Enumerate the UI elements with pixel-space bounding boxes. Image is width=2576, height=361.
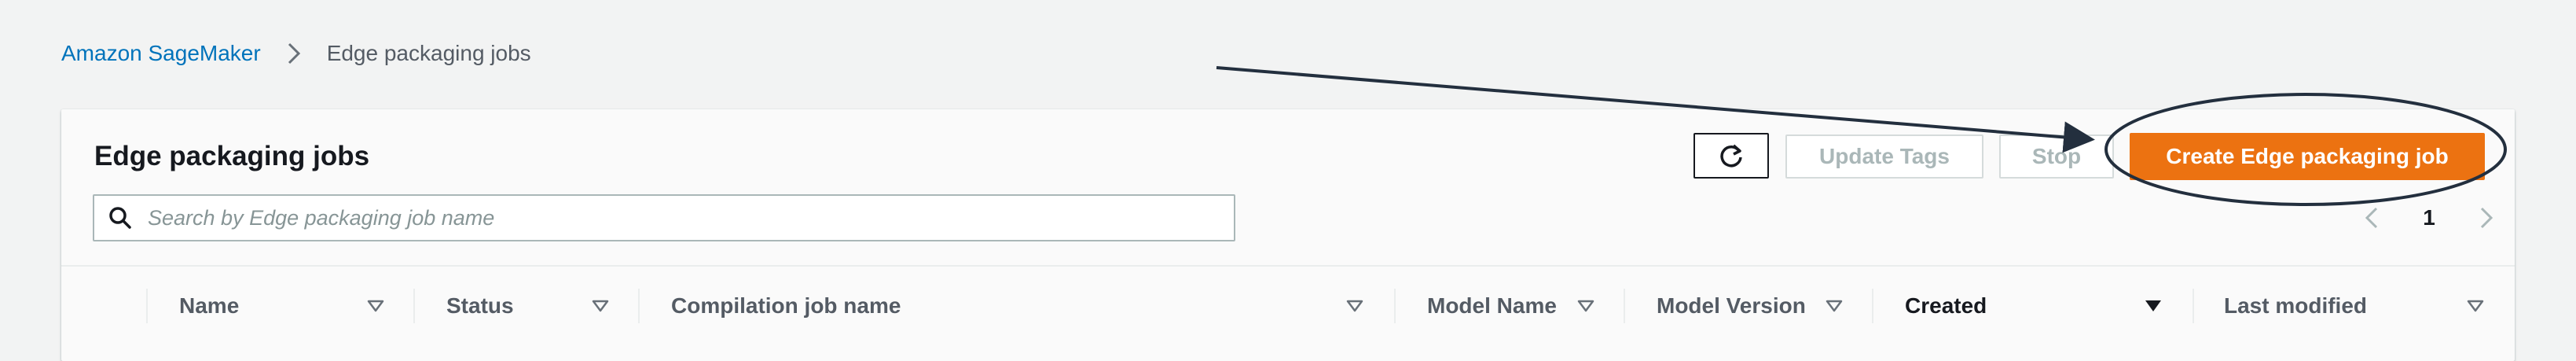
table-header: Name Status Compilation job name Model N…	[61, 265, 2515, 345]
column-label: Name	[179, 293, 240, 318]
jobs-panel: Edge packaging jobs Update Tags Stop Cre…	[61, 109, 2515, 361]
page-number[interactable]: 1	[2423, 205, 2435, 230]
breadcrumb-current: Edge packaging jobs	[326, 41, 531, 65]
sort-caret-icon[interactable]	[591, 297, 610, 315]
chevron-right-icon	[278, 38, 310, 69]
sort-caret-icon[interactable]	[1576, 297, 1595, 315]
column-header-model-version[interactable]: Model Version	[1657, 267, 1806, 345]
update-tags-button[interactable]: Update Tags	[1785, 134, 1983, 179]
search-field	[93, 194, 1235, 241]
column-divider	[1394, 289, 1396, 323]
refresh-icon	[1720, 144, 1742, 168]
breadcrumb-link-sagemaker[interactable]: Amazon SageMaker	[61, 41, 261, 66]
create-edge-packaging-job-button[interactable]: Create Edge packaging job	[2130, 133, 2485, 180]
column-header-compilation-job-name[interactable]: Compilation job name	[671, 267, 901, 345]
column-divider	[2193, 289, 2194, 323]
column-divider	[638, 289, 640, 323]
search-icon	[108, 206, 132, 230]
chevron-right-icon[interactable]	[2472, 204, 2501, 232]
sort-caret-icon[interactable]	[366, 297, 385, 315]
refresh-button[interactable]	[1693, 133, 1769, 179]
sort-caret-icon[interactable]	[2466, 297, 2485, 315]
column-header-status[interactable]: Status	[446, 267, 514, 345]
column-label: Model Name	[1427, 293, 1557, 318]
chevron-left-icon[interactable]	[2358, 204, 2386, 232]
column-label: Status	[446, 293, 514, 318]
sort-descending-icon[interactable]	[2144, 297, 2163, 315]
sort-caret-icon[interactable]	[1345, 297, 1364, 315]
search-input[interactable]	[146, 197, 1234, 238]
column-header-model-name[interactable]: Model Name	[1427, 267, 1557, 345]
column-divider	[1872, 289, 1873, 323]
column-divider	[413, 289, 415, 323]
column-divider	[1624, 289, 1625, 323]
column-divider	[146, 289, 148, 323]
page-title: Edge packaging jobs	[94, 141, 370, 171]
column-label: Model Version	[1657, 293, 1806, 318]
column-header-name[interactable]: Name	[179, 267, 239, 345]
column-label: Last modified	[2224, 293, 2368, 318]
pagination: 1	[2358, 202, 2501, 234]
breadcrumb: Amazon SageMaker Edge packaging jobs	[61, 38, 531, 69]
column-header-last-modified[interactable]: Last modified	[2224, 267, 2367, 345]
sort-caret-icon[interactable]	[1825, 297, 1844, 315]
column-label: Compilation job name	[671, 293, 901, 318]
column-header-created[interactable]: Created	[1905, 267, 1987, 345]
column-label: Created	[1905, 293, 1987, 318]
stop-button[interactable]: Stop	[1999, 134, 2114, 179]
